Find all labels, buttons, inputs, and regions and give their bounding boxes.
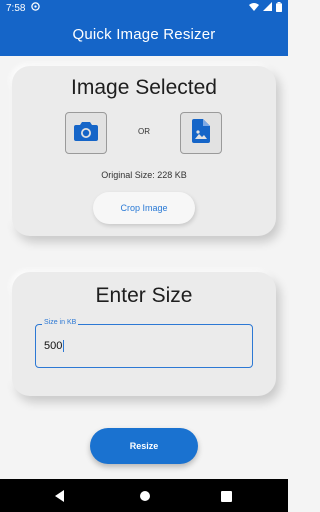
app-bar: 7:58 Quick Image Resizer: [0, 0, 288, 56]
size-field-label: Size in KB: [42, 319, 79, 326]
crop-image-button[interactable]: Crop Image: [93, 192, 195, 224]
image-selected-title: Image Selected: [71, 76, 217, 99]
size-input-value[interactable]: 500: [44, 340, 62, 352]
signal-icon: [263, 2, 272, 14]
home-icon[interactable]: [139, 489, 151, 507]
battery-icon: [276, 1, 282, 15]
enter-size-title: Enter Size: [95, 284, 193, 307]
text-caret: [63, 340, 65, 353]
notification-icon: [31, 2, 41, 14]
app-title: Quick Image Resizer: [72, 26, 216, 43]
status-bar: 7:58: [0, 0, 288, 16]
resize-button[interactable]: Resize: [90, 428, 198, 464]
image-selection-card: Image Selected OR Original Size: 228 KB …: [12, 66, 276, 236]
size-input-value-wrap[interactable]: 500: [44, 340, 65, 353]
original-size-label: Original Size: 228 KB: [101, 170, 187, 180]
size-input-card: Enter Size Size in KB 500: [12, 272, 276, 396]
or-label: OR: [138, 127, 150, 136]
navigation-bar: [0, 479, 288, 512]
status-time: 7:58: [6, 2, 26, 14]
wifi-icon: [249, 2, 259, 14]
file-picker-button[interactable]: [180, 112, 222, 154]
recents-icon[interactable]: [221, 489, 232, 507]
size-input-field[interactable]: Size in KB 500: [35, 319, 253, 368]
image-file-icon: [192, 118, 210, 148]
back-icon[interactable]: [54, 489, 66, 507]
